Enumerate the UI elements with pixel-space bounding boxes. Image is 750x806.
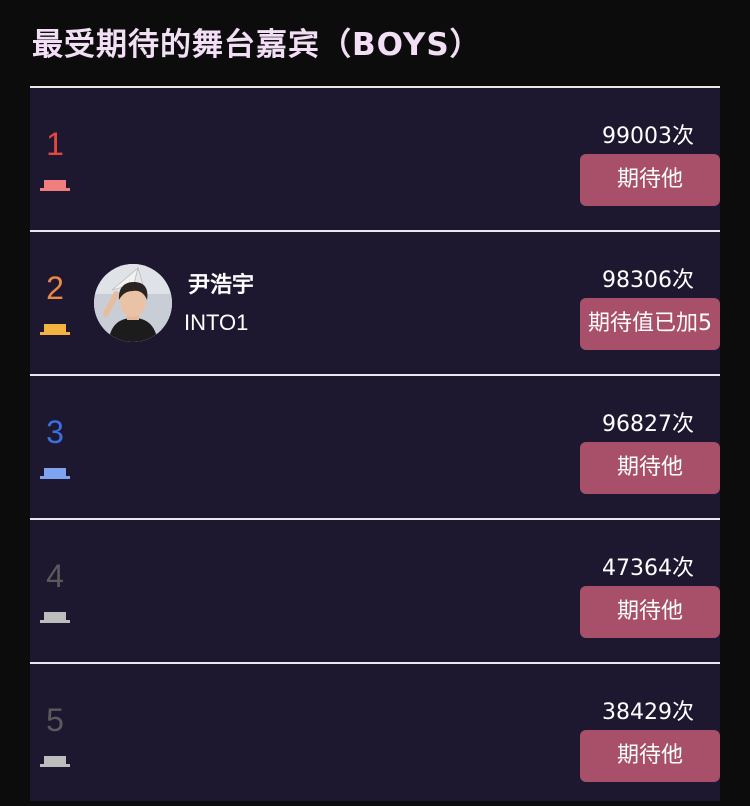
expect-button[interactable]: 期待他 bbox=[580, 586, 720, 638]
podium-icon bbox=[40, 468, 70, 480]
rank-number: 5 bbox=[46, 702, 64, 738]
podium-icon bbox=[40, 324, 70, 336]
vote-count: 47364次 bbox=[602, 556, 694, 581]
avatar[interactable] bbox=[94, 264, 172, 342]
rank-number: 4 bbox=[46, 558, 64, 594]
podium-icon bbox=[40, 612, 70, 624]
guest-name: 尹浩宇 bbox=[188, 273, 255, 298]
guest-group: INTO1 bbox=[184, 310, 249, 335]
rank-number: 1 bbox=[46, 126, 64, 162]
rank-number: 3 bbox=[46, 414, 64, 450]
vote-count: 99003次 bbox=[602, 124, 694, 149]
ranking-row-4: 4 47364次 期待他 bbox=[30, 520, 720, 664]
ranking-list: 1 99003次 期待他 2 尹浩宇 INTO1 98306次 期待值已加5 3… bbox=[30, 86, 720, 801]
page-title: 最受期待的舞台嘉宾（BOYS） bbox=[32, 27, 482, 63]
vote-count: 98306次 bbox=[602, 268, 694, 293]
podium-icon bbox=[40, 180, 70, 192]
rank-number: 2 bbox=[46, 270, 64, 306]
ranking-row-1: 1 99003次 期待他 bbox=[30, 88, 720, 232]
expect-button[interactable]: 期待他 bbox=[580, 154, 720, 206]
expect-button[interactable]: 期待值已加5 bbox=[580, 298, 720, 350]
expect-button[interactable]: 期待他 bbox=[580, 730, 720, 782]
ranking-row-3: 3 96827次 期待他 bbox=[30, 376, 720, 520]
vote-count: 38429次 bbox=[602, 700, 694, 725]
expect-button[interactable]: 期待他 bbox=[580, 442, 720, 494]
ranking-row-5: 5 38429次 期待他 bbox=[30, 664, 720, 806]
ranking-row-2: 2 尹浩宇 INTO1 98306次 期待值已加5 bbox=[30, 232, 720, 376]
avatar-photo-icon bbox=[94, 264, 172, 342]
vote-count: 96827次 bbox=[602, 412, 694, 437]
podium-icon bbox=[40, 756, 70, 768]
